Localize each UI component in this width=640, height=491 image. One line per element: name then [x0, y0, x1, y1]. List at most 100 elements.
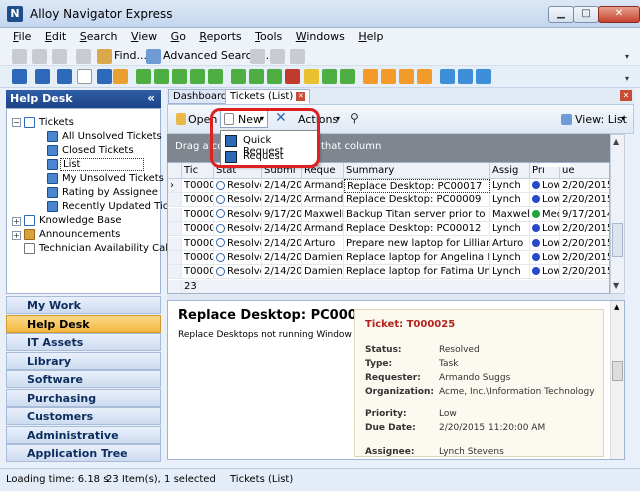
view-selector[interactable]: View: List [575, 113, 627, 126]
scroll-thumb[interactable] [612, 223, 623, 257]
module-icon-10[interactable] [249, 69, 264, 84]
menu-view[interactable]: View [126, 28, 162, 45]
nav-software[interactable]: Software [6, 370, 161, 388]
priority-cell[interactable]: Low [530, 179, 560, 193]
module-icon-12[interactable] [285, 69, 300, 84]
column-header-summary[interactable]: Summary [344, 163, 490, 179]
cut-icon[interactable] [12, 49, 27, 64]
nav-administrative[interactable]: Administrative [6, 426, 161, 444]
status-cell[interactable]: Resolvec [214, 179, 262, 193]
status-cell[interactable]: Resolvec [214, 236, 262, 251]
module-icon-13[interactable] [304, 69, 319, 84]
requester-cell[interactable]: Armando [302, 193, 344, 208]
module-icon-19[interactable] [417, 69, 432, 84]
close-window-button[interactable]: ✕ [598, 6, 640, 23]
scroll-up-icon[interactable]: ▲ [613, 137, 619, 146]
module-icon-3[interactable] [97, 69, 112, 84]
maximize-button[interactable]: □ [573, 6, 599, 23]
nav-my-work[interactable]: My Work [6, 296, 161, 314]
requester-cell[interactable]: Maxwell [302, 207, 344, 222]
row-indicator[interactable] [168, 251, 182, 265]
module-icon-21[interactable] [458, 69, 473, 84]
priority-cell[interactable]: Med [530, 207, 560, 222]
module-icon-1[interactable] [35, 69, 50, 84]
module-icon-5[interactable] [136, 69, 151, 84]
assignee-cell[interactable]: Lynch [490, 265, 530, 280]
tree-item-recently-updated[interactable]: Recently Updated Tic [62, 201, 168, 212]
due-cell[interactable]: 2/20/2015 9 [560, 265, 609, 280]
requester-cell[interactable]: Armando [302, 222, 344, 237]
module-icon-8[interactable] [208, 69, 223, 84]
summary-cell[interactable]: Replace laptop for Angelina Reyes [344, 251, 490, 265]
summary-cell[interactable]: Prepare new laptop for Lillian Marroquin [344, 236, 490, 251]
tree-item-announcements[interactable]: Announcements [39, 229, 120, 240]
tree-expander[interactable]: − [12, 118, 21, 127]
assignee-cell[interactable]: Lynch [490, 222, 530, 237]
requester-cell[interactable]: Damien [302, 265, 344, 280]
scroll-up-icon[interactable]: ▲ [614, 303, 619, 311]
column-header-assignee[interactable]: Assig [490, 163, 530, 179]
menu-windows[interactable]: Windows [291, 28, 350, 45]
scroll-down-icon[interactable]: ▼ [613, 281, 619, 290]
paste-icon[interactable] [52, 49, 67, 64]
grid-scrollbar[interactable]: ▲ ▼ [610, 134, 625, 294]
tree-expander[interactable]: + [12, 217, 21, 226]
search-icon[interactable]: ⚲ [350, 111, 359, 125]
submitted-cell[interactable]: 2/14/2015 [262, 193, 302, 208]
menu-file[interactable]: File [8, 28, 36, 45]
module-icon-20[interactable] [440, 69, 455, 84]
due-cell[interactable]: 2/20/2015 1 [560, 222, 609, 237]
module-icon-2[interactable] [57, 69, 72, 84]
menu-reports[interactable]: Reports [194, 28, 246, 45]
ticket-cell[interactable]: T00001 [182, 251, 214, 265]
status-cell[interactable]: Resolvec [214, 207, 262, 222]
submitted-cell[interactable]: 2/14/2015 [262, 265, 302, 280]
status-cell[interactable]: Resolvec [214, 265, 262, 280]
print-icon[interactable] [76, 49, 91, 64]
assignee-cell[interactable]: Lynch [490, 193, 530, 208]
menu-go[interactable]: Go [166, 28, 191, 45]
due-cell[interactable]: 2/20/2015 1 [560, 193, 609, 208]
toolbar-overflow-icon[interactable]: ▾ [625, 52, 633, 61]
tree-item-closed[interactable]: Closed Tickets [62, 145, 134, 156]
ticket-cell[interactable]: T00002 [182, 193, 214, 208]
tree-item-my-unsolved[interactable]: My Unsolved Tickets [62, 173, 164, 184]
submitted-cell[interactable]: 2/14/2015 [262, 236, 302, 251]
priority-cell[interactable]: Low [530, 251, 560, 265]
close-document-icon[interactable]: ✕ [620, 90, 632, 101]
find-button[interactable]: Find... [114, 49, 147, 62]
submitted-cell[interactable]: 9/17/201 [262, 207, 302, 222]
row-indicator[interactable] [168, 193, 182, 208]
tree-item-tickets[interactable]: Tickets [39, 117, 74, 128]
summary-cell[interactable]: Replace laptop for Fatima Unger [344, 265, 490, 280]
priority-cell[interactable]: Low [530, 236, 560, 251]
ticket-cell[interactable]: T00001 [182, 236, 214, 251]
nav-purchasing[interactable]: Purchasing [6, 389, 161, 407]
assignee-cell[interactable]: Lynch [490, 179, 530, 193]
priority-cell[interactable]: Low [530, 193, 560, 208]
assignee-cell[interactable]: Maxwell [490, 207, 530, 222]
module-icon-17[interactable] [381, 69, 396, 84]
module-icon-9[interactable] [231, 69, 246, 84]
menu-edit[interactable]: Edit [40, 28, 71, 45]
ticket-cell[interactable]: T00000 [182, 207, 214, 222]
scroll-thumb[interactable] [612, 361, 623, 381]
detail-scrollbar[interactable]: ▲ [610, 301, 624, 459]
minimize-button[interactable]: ▁ [548, 6, 574, 23]
nav-it-assets[interactable]: IT Assets [6, 333, 161, 351]
close-tab-icon[interactable]: ✕ [296, 91, 306, 101]
calendar-icon[interactable] [77, 69, 92, 84]
module-icon-14[interactable] [322, 69, 337, 84]
nav-library[interactable]: Library [6, 352, 161, 370]
module-icon-11[interactable] [267, 69, 282, 84]
requester-cell[interactable]: Armando [302, 179, 344, 193]
assignee-cell[interactable]: Arturo [490, 236, 530, 251]
info-icon[interactable] [476, 69, 491, 84]
status-cell[interactable]: Resolvec [214, 251, 262, 265]
column-header-ticket[interactable]: Tic [182, 163, 214, 179]
module-icon-18[interactable] [399, 69, 414, 84]
priority-cell[interactable]: Low [530, 222, 560, 237]
row-indicator[interactable] [168, 207, 182, 222]
collapse-pane-button[interactable]: « [147, 91, 155, 105]
menu-search[interactable]: Search [75, 28, 123, 45]
